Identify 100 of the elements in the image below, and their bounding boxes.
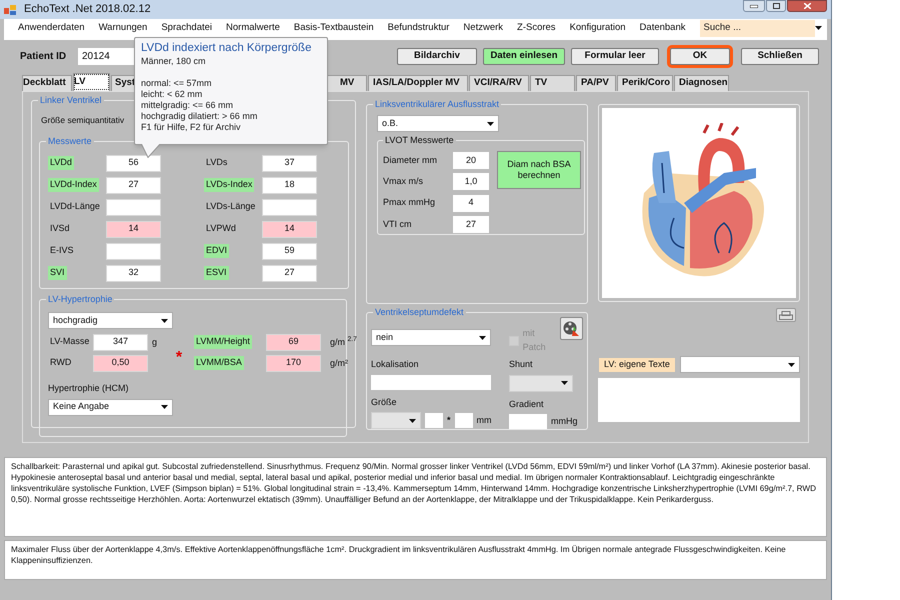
- input-field[interactable]: 170: [266, 354, 321, 372]
- shunt-dropdown[interactable]: [509, 374, 573, 392]
- input-field[interactable]: 37: [262, 154, 317, 172]
- field-label: Shunt: [509, 358, 534, 371]
- input-field[interactable]: 27: [453, 216, 489, 233]
- dropdown-caret-icon: [161, 405, 168, 409]
- input-field[interactable]: 20: [453, 152, 489, 170]
- input-field[interactable]: 59: [262, 242, 317, 260]
- vsd-dropdown[interactable]: nein: [371, 329, 491, 346]
- input-field[interactable]: [425, 413, 443, 428]
- toolbar-button[interactable]: Schließen: [741, 48, 819, 65]
- tooltip-text: leicht: < 62 mm: [141, 89, 204, 100]
- tab[interactable]: Diagnosen: [674, 75, 729, 91]
- maximize-button[interactable]: [766, 0, 786, 12]
- input-field[interactable]: 69: [266, 334, 321, 350]
- field-label: Diameter mm: [383, 154, 438, 167]
- input-field[interactable]: [262, 198, 317, 216]
- calculate-button[interactable]: Diam nach BSA berechnen: [497, 151, 581, 189]
- tab[interactable]: MV: [327, 75, 367, 91]
- close-button[interactable]: [787, 0, 827, 12]
- unit-label: g/m $^{2.7}$: [329, 338, 358, 346]
- group-title: LVOT Messwerte: [383, 134, 456, 146]
- input-field[interactable]: 4: [453, 194, 489, 212]
- field-label: LVMM/Height: [194, 335, 252, 349]
- close-icon: [804, 3, 810, 9]
- group-title: Linker Ventrikel: [38, 94, 104, 106]
- text-area[interactable]: [598, 378, 800, 422]
- media-button[interactable]: [560, 317, 583, 340]
- lvot-dropdown[interactable]: o.B.: [377, 115, 499, 132]
- search-field[interactable]: Suche ...: [700, 20, 815, 36]
- print-button[interactable]: [776, 308, 796, 322]
- toolbar-button[interactable]: Bildarchiv: [397, 48, 477, 65]
- tab[interactable]: IAS/LA/Doppler MV: [368, 75, 468, 91]
- tab[interactable]: Deckblatt: [22, 75, 72, 91]
- menu-item[interactable]: Netzwerk: [463, 20, 504, 36]
- dropdown-caret-icon: [409, 418, 416, 422]
- toolbar-button[interactable]: OK: [670, 48, 730, 65]
- menu-item[interactable]: Z-Scores: [517, 20, 556, 36]
- field-label: LVPWd: [205, 222, 237, 236]
- field-label: Gradient: [509, 398, 545, 410]
- input-field[interactable]: [509, 414, 547, 429]
- input-field[interactable]: 14: [106, 220, 161, 238]
- report-text[interactable]: Schallbarkeit: Parasternal und apikal gut. Subcostal zufriedenstellend. Sinusrhythmus. Frequenz 90/Min. Normal grosser linker Ventrikel (LVDd 56mm, EDVI 59ml/m²) und linker Vorhof (LA 37mm). Akinesie posterior basal. Hypokinesie anteroseptal basal und anterior basal und medial, septal, lateral basal und apikal, posterior medial und inferior basal und medial. Im übrigen normaler Kontraktionsablauf. Leichtgradig eingeschränkte linksventrikuläre systolische Funktion, LVEF (Simpson biplan) = 51%. Global longitudinal strain = -13,4%. Kammerseptum 14mm, Hinterwand 14mm. Hochgradige konzentrische Linksherzhypertrophie (LVMI 69g/m².7, RWD 0,50). Normal grosse rechtsseitige Herzhöhlen. Aorta: Aortenwurzel ektatisch (39mm). Unauffälliger Befund an der Aortenklappe, der Mitralklappe und der Trikuspidalklappe. Kein Perikarderguss.: [4, 457, 827, 537]
- field-label: LVDs-Index: [204, 178, 254, 192]
- menu-item[interactable]: Datenbank: [640, 20, 686, 36]
- menu-item[interactable]: Warnungen: [98, 20, 148, 36]
- custom-texts-dropdown[interactable]: [680, 356, 800, 373]
- times-label: *: [447, 414, 451, 427]
- dropdown-caret-icon: [561, 381, 568, 385]
- group-title: Linksventrikulärer Ausflusstrakt: [373, 98, 502, 110]
- field-label: Patient ID: [20, 50, 68, 64]
- field-label: IVSd: [49, 222, 71, 236]
- tooltip-text: F1 für Hilfe, F2 für Archiv: [141, 122, 242, 133]
- menu-item[interactable]: Anwenderdaten: [18, 20, 85, 36]
- tab[interactable]: Perik/Coro: [617, 75, 673, 91]
- menu-item[interactable]: Sprachdatei: [161, 20, 212, 36]
- toolbar-button[interactable]: Formular leer: [571, 48, 659, 65]
- input-field[interactable]: [454, 413, 473, 428]
- group-title: LV-Hypertrophie: [46, 293, 114, 305]
- input-field[interactable]: [371, 374, 491, 390]
- field-label: SVI: [48, 266, 67, 280]
- menu-item[interactable]: Befundstruktur: [388, 20, 450, 36]
- group-title: Messwerte: [46, 135, 94, 147]
- menu-item[interactable]: Konfiguration: [570, 20, 626, 36]
- unit-label: mm: [476, 414, 492, 427]
- input-field[interactable]: 0,50: [93, 354, 148, 372]
- field-label: Vmax m/s: [383, 175, 424, 188]
- printer-icon: [779, 310, 793, 320]
- menu-item[interactable]: Basis-Textbaustein: [294, 20, 374, 36]
- input-field[interactable]: 32: [106, 264, 161, 282]
- field-label: RWD: [49, 356, 72, 370]
- input-field[interactable]: 56: [106, 154, 161, 172]
- dropdown-caret-icon: [478, 336, 486, 340]
- minimize-button[interactable]: [743, 0, 765, 12]
- tooltip-text: hochgradig dilatiert: > 66 mm: [141, 111, 258, 122]
- tab[interactable]: PA/PV: [576, 75, 616, 91]
- input-field[interactable]: 18: [262, 176, 317, 194]
- report-text[interactable]: Maximaler Fluss über der Aortenklappe 4,3m/s. Effektive Aortenklappenöffnungsfläche 1cm². Druckgradient im linksventrikulären Ausflusstrakt 4mmHg. Im Übrigen normale antegrade Flussgeschwindigkeiten. Keine Klappeninsuffizienzen.: [4, 540, 827, 580]
- hcm-dropdown[interactable]: Keine Angabe: [48, 398, 173, 416]
- field-label: LVDd-Länge: [49, 200, 101, 214]
- toolbar-button[interactable]: Daten einlesen: [483, 48, 565, 65]
- custom-texts-button[interactable]: LV: eigene Texte: [598, 356, 676, 372]
- input-field[interactable]: 347: [93, 334, 148, 350]
- menu-item[interactable]: Normalwerte: [226, 20, 280, 36]
- field-label: LVDs-Länge: [205, 200, 256, 214]
- tab[interactable]: VCI/RA/RV: [469, 75, 529, 91]
- input-field[interactable]: [106, 242, 161, 260]
- input-field[interactable]: 27: [262, 264, 317, 282]
- input-field[interactable]: [106, 198, 161, 216]
- field-label: Pmax mmHg: [383, 196, 436, 210]
- input-field[interactable]: 14: [262, 220, 317, 238]
- size-dropdown[interactable]: [371, 412, 421, 429]
- dropdown-caret-icon: [161, 318, 168, 322]
- grade-dropdown[interactable]: hochgradig: [48, 312, 173, 329]
- unit-label: g/m²: [329, 358, 349, 368]
- field-label: LVDd-Index: [48, 178, 99, 192]
- group-title: Ventrikelseptumdefekt: [373, 306, 466, 318]
- input-field[interactable]: 27: [106, 176, 161, 194]
- input-field[interactable]: 1,0: [453, 173, 489, 190]
- tab[interactable]: TV: [530, 75, 575, 91]
